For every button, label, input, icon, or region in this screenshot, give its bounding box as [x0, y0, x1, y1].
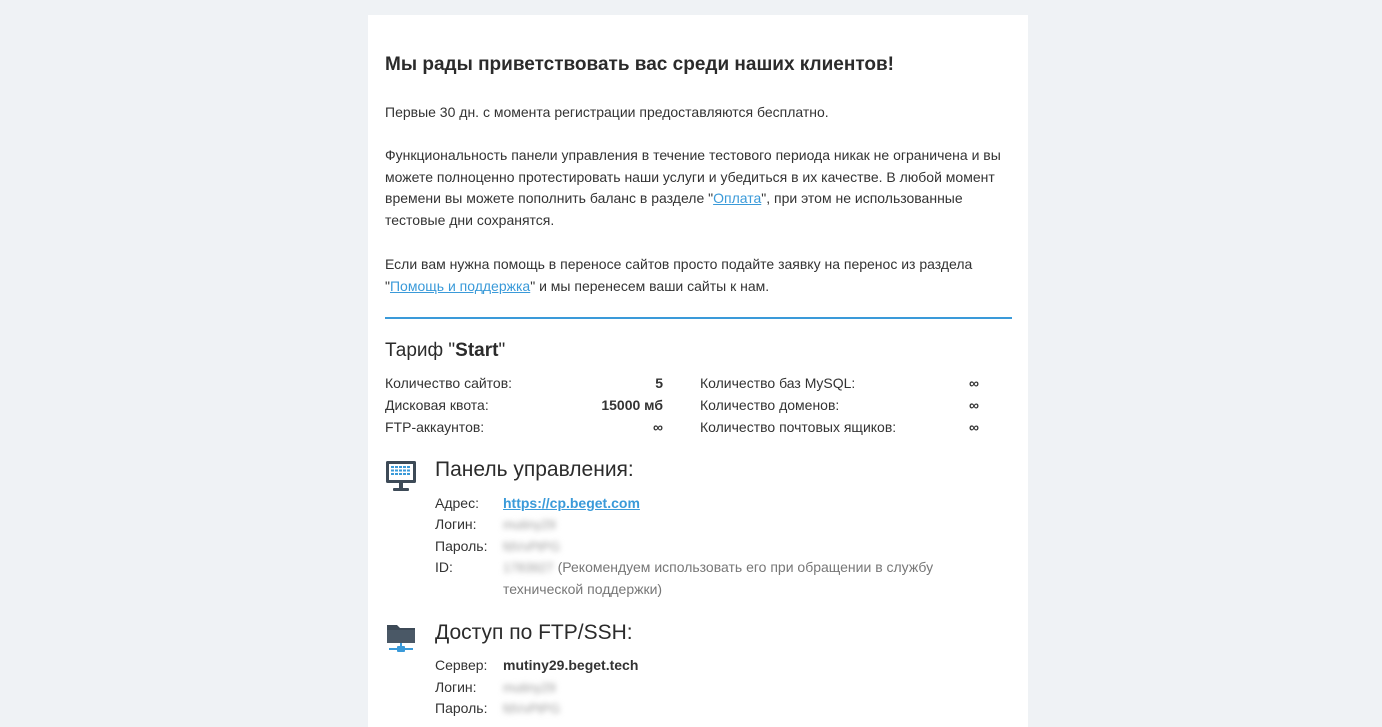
- stat-mysql-value: ∞: [969, 375, 979, 391]
- stat-mailboxes-label: Количество почтовых ящиков:: [700, 419, 897, 435]
- panel-id-blurred: 1783927: [503, 560, 554, 575]
- stat-quota-label: Дисковая квота:: [385, 397, 489, 413]
- panel-login-blurred: mutiny29: [503, 517, 556, 532]
- stat-sites-value: 5: [655, 375, 663, 391]
- intro-migration-after: " и мы перенесем ваши сайты к нам.: [530, 277, 770, 294]
- stat-mailboxes-value: ∞: [969, 419, 979, 435]
- panel-id-note: (Рекомендуем использовать его при обраще…: [503, 559, 934, 597]
- panel-id-label: ID:: [435, 559, 453, 575]
- panel-password-blurred: fdVvPtPG: [503, 539, 561, 554]
- ftp-password-value: fdVvPtPG: [503, 700, 560, 716]
- panel-password-label: Пароль:: [435, 538, 488, 554]
- tariff-name: Start: [455, 340, 499, 361]
- ftp-login-label: Логин:: [435, 679, 477, 695]
- payment-link[interactable]: Оплата: [713, 190, 761, 206]
- stat-sites-label: Количество сайтов:: [385, 375, 513, 391]
- tariff-title: Тариф "Start": [385, 340, 505, 362]
- ftp-login-blurred: mutiny29: [503, 680, 556, 695]
- stat-mysql-label: Количество баз MySQL:: [700, 375, 856, 391]
- ftp-login-value: mutiny29: [503, 679, 556, 695]
- tariff-prefix: Тариф ": [385, 340, 456, 361]
- ftp-password-blurred: fdVvPtPG: [503, 701, 561, 716]
- panel-id-value: 1783927 (Рекомендуем использовать его при…: [503, 557, 1003, 600]
- folder-network-icon: [385, 621, 417, 655]
- section-divider: [385, 317, 1012, 319]
- intro-migration-text: Если вам нужна помощь в переносе сайтов …: [385, 254, 1012, 297]
- stat-quota-value: 15000 мб: [601, 397, 663, 413]
- ftp-ssh-title: Доступ по FTP/SSH:: [435, 621, 633, 644]
- panel-address-value: https://cp.beget.com: [503, 495, 640, 511]
- ftp-server-value: mutiny29.beget.tech: [503, 657, 639, 673]
- control-panel-title: Панель управления:: [435, 458, 634, 481]
- monitor-icon: [385, 459, 417, 493]
- panel-login-label: Логин:: [435, 516, 477, 532]
- ftp-server-label: Сервер:: [435, 657, 488, 673]
- intro-trial-text: Первые 30 дн. с момента регистрации пред…: [385, 104, 829, 120]
- support-link[interactable]: Помощь и поддержка: [390, 278, 530, 294]
- panel-login-value: mutiny29: [503, 516, 556, 532]
- page-title: Мы рады приветствовать вас среди наших к…: [385, 54, 895, 75]
- panel-address-label: Адрес:: [435, 495, 479, 511]
- stat-domains-value: ∞: [969, 397, 979, 413]
- stat-domains-label: Количество доменов:: [700, 397, 840, 413]
- panel-password-value: fdVvPtPG: [503, 538, 560, 554]
- ftp-password-label: Пароль:: [435, 700, 488, 716]
- stat-ftp-value: ∞: [653, 419, 663, 435]
- stat-ftp-label: FTP-аккаунтов:: [385, 419, 485, 435]
- control-panel-link[interactable]: https://cp.beget.com: [503, 495, 640, 511]
- tariff-suffix: ": [498, 340, 506, 361]
- intro-functionality-text: Функциональность панели управления в теч…: [385, 145, 1012, 231]
- welcome-card: Мы рады приветствовать вас среди наших к…: [368, 15, 1028, 727]
